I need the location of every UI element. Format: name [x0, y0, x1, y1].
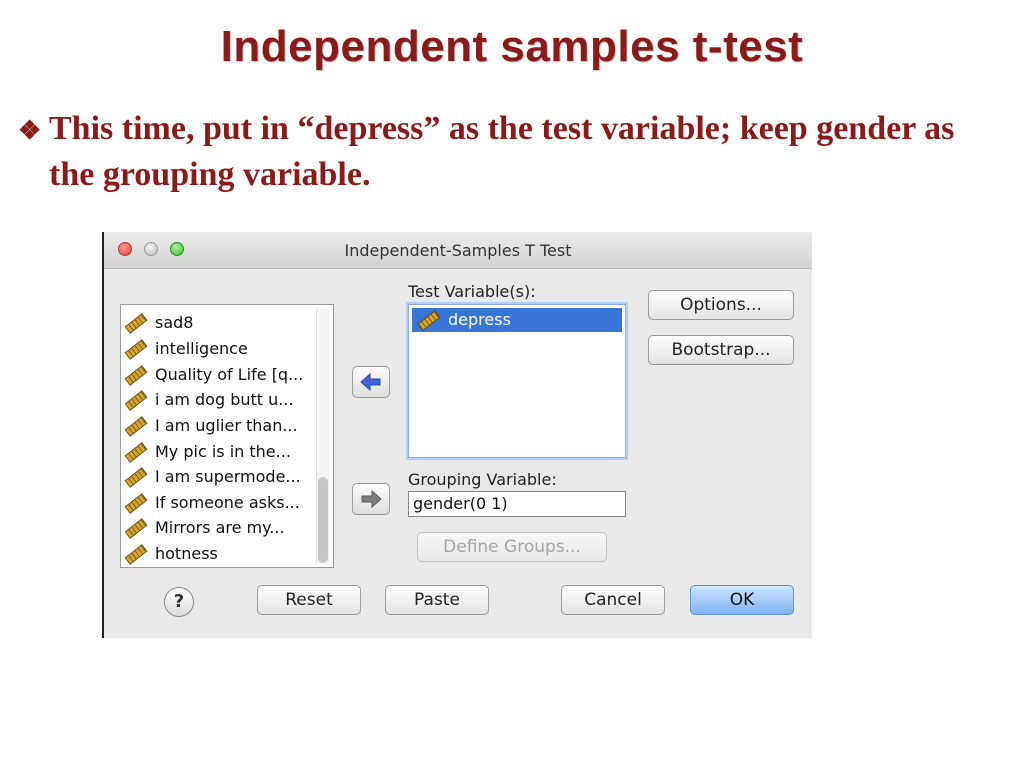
diamond-bullet-icon: ❖: [18, 116, 42, 145]
list-item[interactable]: My pic is in the...: [124, 439, 291, 465]
list-item-selected[interactable]: depress: [412, 308, 622, 332]
cancel-button[interactable]: Cancel: [561, 585, 665, 615]
options-button[interactable]: Options...: [648, 290, 794, 320]
arrow-right-icon: [361, 489, 382, 509]
paste-button[interactable]: Paste: [385, 585, 489, 615]
define-groups-button[interactable]: Define Groups...: [417, 532, 607, 562]
list-scrollbar-thumb[interactable]: [318, 477, 328, 563]
ruler-icon: [124, 313, 148, 334]
ruler-icon: [124, 339, 148, 360]
source-variable-list[interactable]: sad8 intelligence Quality of Life [q... …: [120, 304, 334, 568]
list-item[interactable]: I am uglier than...: [124, 413, 298, 439]
ok-button[interactable]: OK: [690, 585, 794, 615]
window-titlebar[interactable]: Independent-Samples T Test: [104, 232, 812, 269]
reset-button[interactable]: Reset: [257, 585, 361, 615]
ruler-icon: [417, 310, 441, 331]
ruler-icon: [124, 365, 148, 386]
bootstrap-button[interactable]: Bootstrap...: [648, 335, 794, 365]
list-item[interactable]: If someone asks...: [124, 490, 300, 516]
move-to-grouping-variable-button[interactable]: [352, 483, 390, 515]
ruler-icon: [124, 493, 148, 514]
list-item[interactable]: intelligence: [124, 336, 248, 362]
ruler-icon: [124, 544, 148, 565]
ruler-icon: [124, 416, 148, 437]
list-item[interactable]: sad8: [124, 310, 193, 336]
list-item[interactable]: i am dog butt u...: [124, 387, 294, 413]
t-test-dialog: Independent-Samples T Test sad8 intellig…: [102, 232, 812, 638]
ruler-icon: [124, 518, 148, 539]
arrow-left-icon: [360, 372, 381, 392]
bullet-text: This time, put in “depress” as the test …: [49, 110, 955, 193]
ruler-icon: [124, 442, 148, 463]
ruler-icon: [124, 467, 148, 488]
help-button[interactable]: ?: [164, 587, 194, 617]
list-item[interactable]: Quality of Life [q...: [124, 362, 303, 388]
ruler-icon: [124, 390, 148, 411]
bullet-point: ❖ This time, put in “depress” as the tes…: [18, 106, 978, 198]
test-variables-label: Test Variable(s):: [408, 282, 536, 301]
slide-title: Independent samples t-test: [220, 22, 804, 71]
move-to-test-variable-button[interactable]: [352, 366, 390, 398]
list-item[interactable]: Mirrors are my...: [124, 515, 285, 541]
list-item[interactable]: hotness: [124, 541, 218, 567]
grouping-variable-label: Grouping Variable:: [408, 470, 557, 489]
test-variables-list[interactable]: depress: [408, 304, 626, 458]
list-item[interactable]: I am supermode...: [124, 464, 301, 490]
window-title: Independent-Samples T Test: [344, 241, 572, 260]
grouping-variable-field[interactable]: gender(0 1): [408, 491, 626, 517]
